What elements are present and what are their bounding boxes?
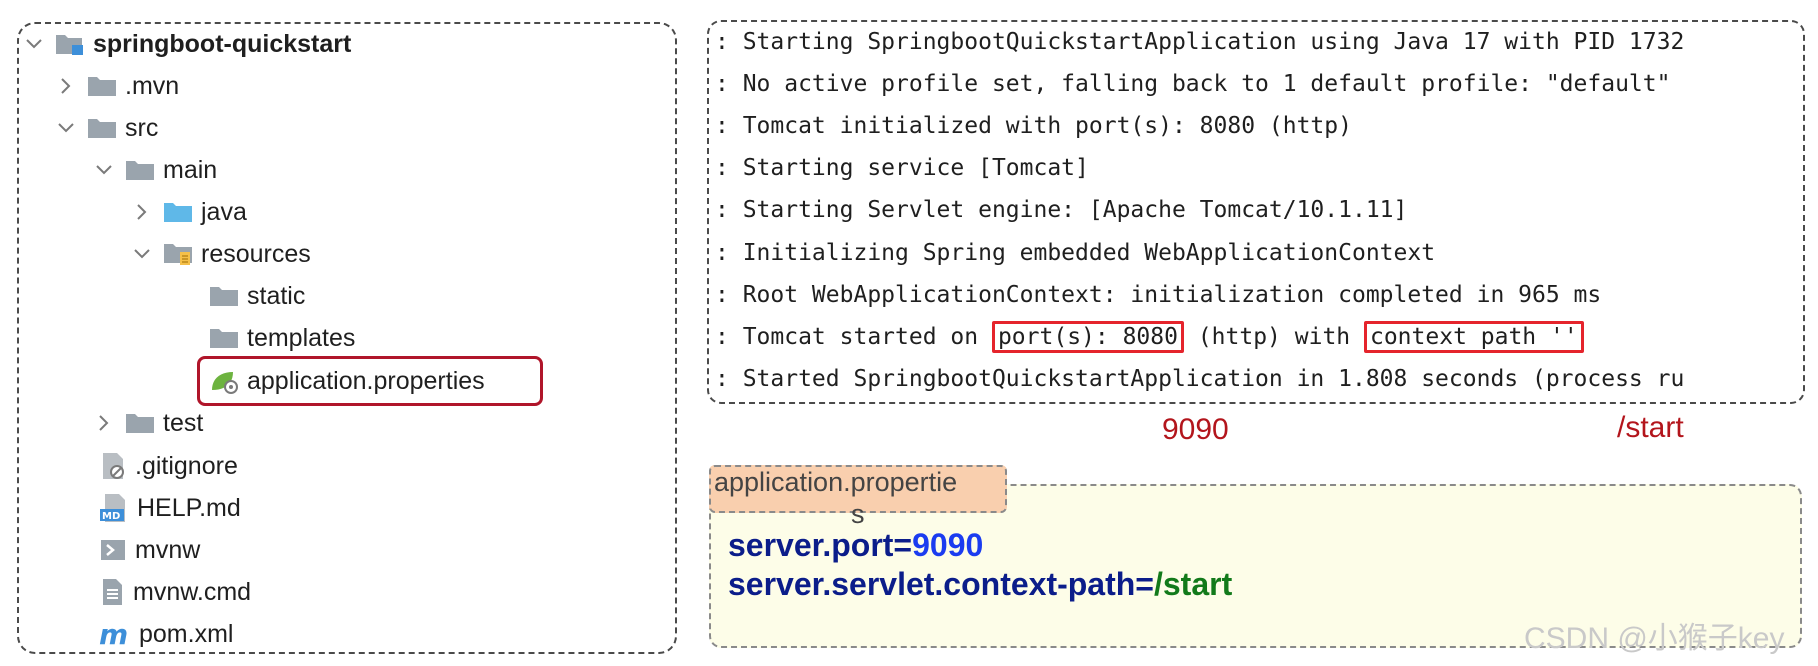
context-path-highlight: context path '' xyxy=(1363,321,1584,353)
source-folder-icon xyxy=(163,201,193,223)
chevron-down-icon[interactable] xyxy=(93,164,115,176)
tree-item-java[interactable]: java xyxy=(131,192,247,232)
tree-item-gitignore[interactable]: .gitignore xyxy=(67,446,238,486)
tree-item-static[interactable]: static xyxy=(177,276,305,316)
folder-icon xyxy=(87,117,117,139)
properties-file-tab[interactable]: application.propertie s xyxy=(709,465,1007,529)
shell-script-icon xyxy=(99,538,127,562)
console-line: : Starting service [Tomcat] xyxy=(715,155,1089,181)
tree-item-label: HELP.md xyxy=(137,493,241,522)
tree-item-label: templates xyxy=(247,323,356,352)
watermark: CSDN @小猴子key xyxy=(1524,622,1785,655)
chevron-down-icon[interactable] xyxy=(131,248,153,260)
tree-item-templates[interactable]: templates xyxy=(177,318,355,358)
property-key: server.servlet.context-path xyxy=(728,566,1136,602)
tree-item-resources[interactable]: resources xyxy=(131,234,311,274)
property-value: /start xyxy=(1153,566,1233,602)
chevron-down-icon[interactable] xyxy=(23,38,45,50)
property-key: server.port xyxy=(728,527,894,563)
maven-pom-icon: m xyxy=(99,621,131,647)
text-file-icon xyxy=(99,578,125,606)
tree-item-pom-xml[interactable]: m pom.xml xyxy=(67,614,233,654)
tree-item-mvnw-cmd[interactable]: mvnw.cmd xyxy=(67,572,251,612)
chevron-right-icon[interactable] xyxy=(55,77,77,95)
console-output-panel: : Starting SpringbootQuickstartApplicati… xyxy=(707,20,1805,404)
property-line-server-port[interactable]: server.port=9090 xyxy=(728,527,983,564)
console-line: : Initializing Spring embedded WebApplic… xyxy=(715,240,1436,266)
folder-icon xyxy=(125,412,155,434)
gitignore-file-icon xyxy=(99,452,127,480)
tree-item-label: resources xyxy=(201,239,311,268)
console-text: : Tomcat started on xyxy=(715,324,992,350)
tree-item-label: src xyxy=(125,113,159,142)
console-line: : Starting SpringbootQuickstartApplicati… xyxy=(715,29,1685,55)
folder-icon xyxy=(209,285,239,307)
folder-icon xyxy=(209,327,239,349)
tree-item-project-root[interactable]: springboot-quickstart xyxy=(23,24,351,64)
tree-item-label: test xyxy=(163,408,204,437)
tree-item-label: application.properties xyxy=(247,366,485,395)
console-line: : No active profile set, falling back to… xyxy=(715,71,1671,97)
tree-item-label: springboot-quickstart xyxy=(93,29,352,58)
chevron-right-icon[interactable] xyxy=(131,203,153,221)
folder-icon xyxy=(125,159,155,181)
console-line: : Root WebApplicationContext: initializa… xyxy=(715,282,1602,308)
tree-item-label: java xyxy=(201,197,247,226)
tree-item-label: static xyxy=(247,281,306,310)
svg-text:m: m xyxy=(99,621,128,647)
tree-item-label: mvnw xyxy=(135,535,201,564)
tree-item-label: .gitignore xyxy=(135,451,238,480)
tree-item-src[interactable]: src xyxy=(55,108,158,148)
property-line-context-path[interactable]: server.servlet.context-path=/start xyxy=(728,566,1232,603)
console-line-tomcat-started: : Tomcat started on port(s): 8080 (http)… xyxy=(715,317,1584,357)
tree-item-label: pom.xml xyxy=(139,619,234,648)
tab-label-wrap: s xyxy=(851,499,865,529)
tree-item-help-md[interactable]: MD HELP.md xyxy=(67,488,241,528)
port-annotation: 9090 xyxy=(1162,413,1229,446)
svg-text:MD: MD xyxy=(102,511,120,522)
markdown-file-icon: MD xyxy=(99,493,129,523)
context-path-annotation: /start xyxy=(1617,411,1684,444)
tree-item-mvnw[interactable]: mvnw xyxy=(67,530,200,570)
chevron-right-icon[interactable] xyxy=(93,414,115,432)
console-line: : Tomcat initialized with port(s): 8080 … xyxy=(715,113,1352,139)
resources-folder-icon xyxy=(163,242,193,266)
project-folder-icon xyxy=(55,32,85,56)
tree-item-application-properties[interactable]: application.properties xyxy=(177,361,485,401)
folder-icon xyxy=(87,75,117,97)
tree-item-test[interactable]: test xyxy=(93,403,203,443)
chevron-down-icon[interactable] xyxy=(55,122,77,134)
tree-item-mvn[interactable]: .mvn xyxy=(55,66,179,106)
port-highlight: port(s): 8080 xyxy=(991,321,1184,353)
property-value: 9090 xyxy=(912,527,984,563)
property-equals: = xyxy=(893,527,913,563)
property-equals: = xyxy=(1135,566,1154,602)
tree-item-label: mvnw.cmd xyxy=(133,577,252,606)
tree-item-main[interactable]: main xyxy=(93,150,217,190)
console-line: : Starting Servlet engine: [Apache Tomca… xyxy=(715,197,1408,223)
console-line: : Started SpringbootQuickstartApplicatio… xyxy=(715,366,1685,392)
console-text: (http) with xyxy=(1183,324,1364,350)
tab-label: application.propertie xyxy=(714,467,958,497)
tree-item-label: main xyxy=(163,155,218,184)
spring-properties-icon xyxy=(209,368,239,394)
tree-item-label: .mvn xyxy=(125,71,180,100)
